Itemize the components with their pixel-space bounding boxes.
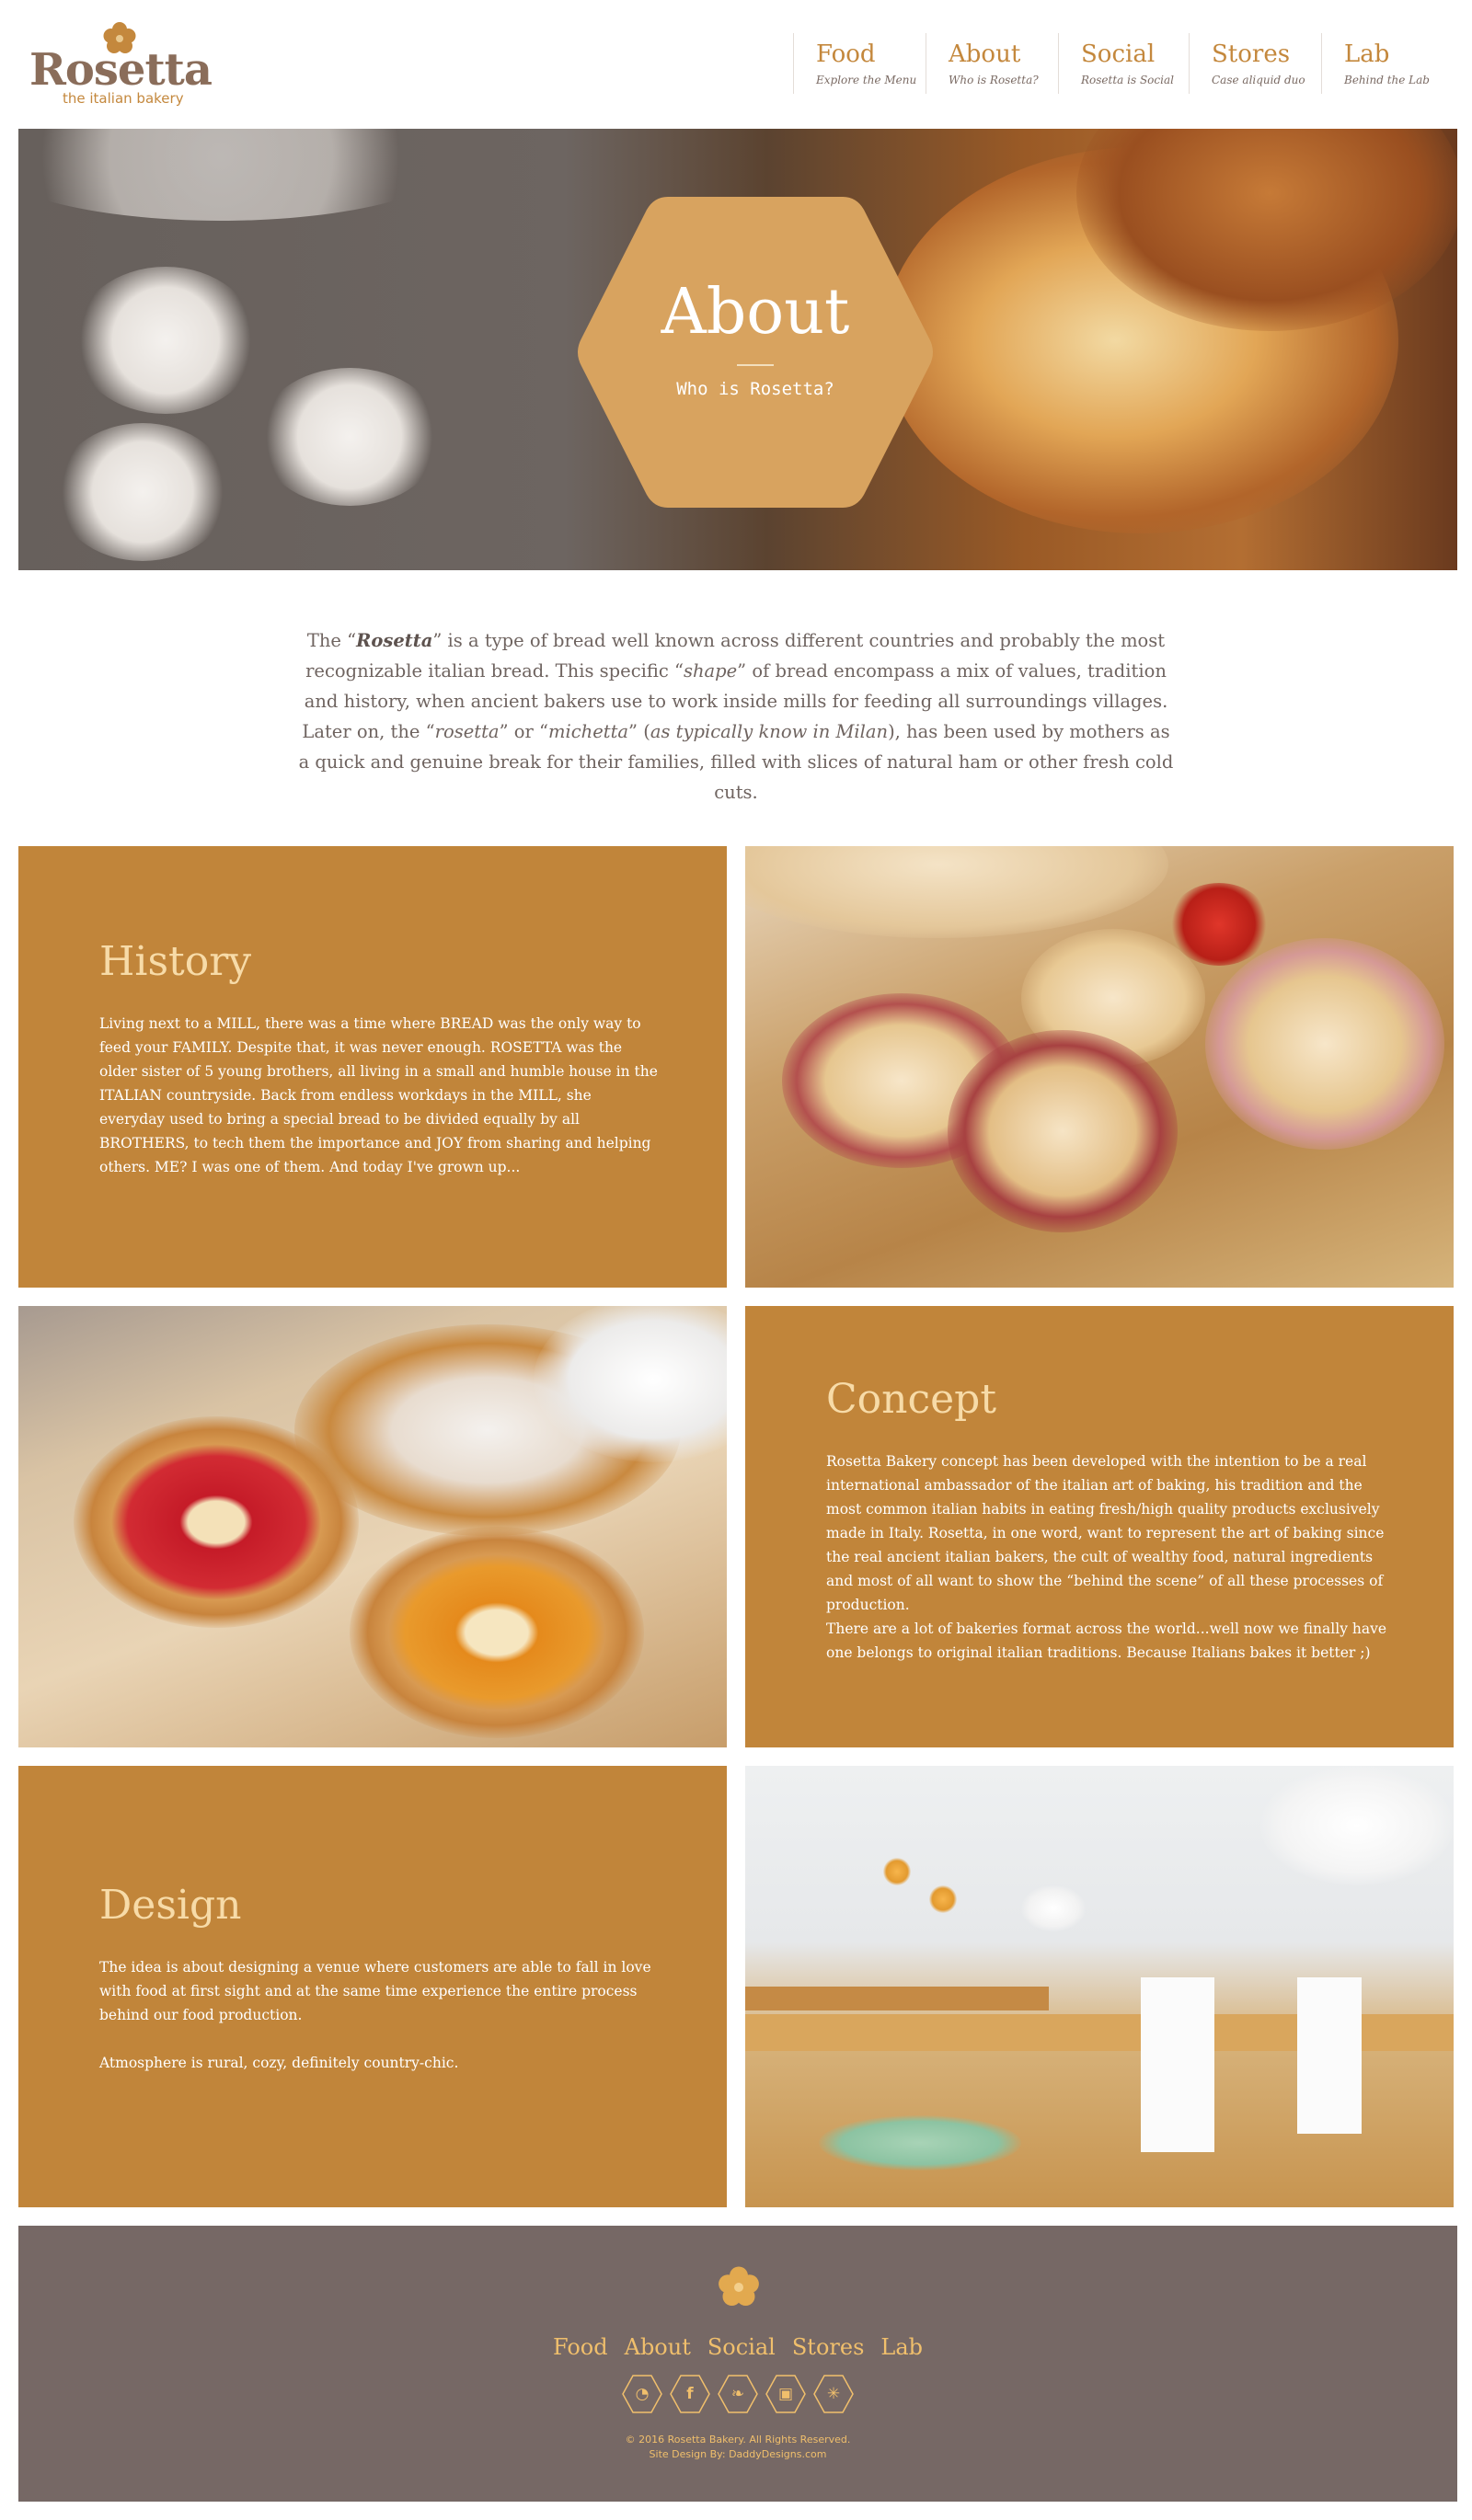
copyright-text: © 2016 Rosetta Bakery. All Rights Reserv… <box>625 2434 851 2446</box>
nav-sublabel: Who is Rosetta? <box>949 74 1039 86</box>
nav-label: About <box>949 40 1021 68</box>
nav-label: Stores <box>1212 40 1291 68</box>
instagram-icon[interactable]: ▣ <box>765 2373 807 2415</box>
nav-sublabel: Explore the Menu <box>816 74 917 86</box>
rss-icon[interactable]: ◔ <box>621 2373 663 2415</box>
main-nav: Food Explore the Menu About Who is Roset… <box>793 33 1454 94</box>
credit-link[interactable]: Site Design By: DaddyDesigns.com <box>18 2448 1457 2460</box>
section-body: Rosetta Bakery concept has been develope… <box>826 1453 1385 1613</box>
section-body: Atmosphere is rural, cozy, definitely co… <box>99 2055 459 2071</box>
intro-paragraph: The “Rosetta” is a type of bread well kn… <box>298 630 1174 803</box>
nav-item-about[interactable]: About Who is Rosetta? <box>926 33 1058 94</box>
intro-emphasis: Rosetta <box>356 630 433 651</box>
sugar-dust-image <box>18 129 460 221</box>
hero-subtitle: Who is Rosetta? <box>676 379 834 399</box>
nav-item-lab[interactable]: Lab Behind the Lab <box>1321 33 1454 94</box>
sugar-heart-image <box>258 368 442 506</box>
facebook-icon[interactable]: f <box>669 2373 711 2415</box>
sugar-heart-image <box>55 423 230 561</box>
footer-logo-flower-icon[interactable] <box>716 2264 762 2310</box>
nav-item-social[interactable]: Social Rosetta is Social <box>1058 33 1189 94</box>
nav-label: Lab <box>1344 40 1390 68</box>
footer-link-about[interactable]: About <box>625 2334 691 2360</box>
nav-sublabel: Behind the Lab <box>1344 74 1430 86</box>
footer-link-food[interactable]: Food <box>553 2334 608 2360</box>
logo-tagline: the italian bakery <box>63 90 184 107</box>
footer-link-social[interactable]: Social <box>707 2334 776 2360</box>
hero-hexagon <box>578 197 933 508</box>
logo[interactable]: Rosetta the italian bakery <box>29 20 213 112</box>
section-body: Living next to a MILL, there was a time … <box>99 1015 658 1175</box>
footer-link-lab[interactable]: Lab <box>880 2334 923 2360</box>
footer-nav: Food About Social Stores Lab <box>18 2334 1457 2360</box>
site-header: Rosetta the italian bakery Food Explore … <box>0 0 1472 129</box>
sugar-heart-image <box>74 267 258 414</box>
section-title: History <box>99 938 252 985</box>
yelp-icon[interactable]: ✳ <box>812 2373 855 2415</box>
nav-sublabel: Case aliquid duo <box>1212 74 1305 86</box>
hero-divider <box>737 364 774 366</box>
nav-item-food[interactable]: Food Explore the Menu <box>793 33 926 94</box>
section-body: There are a lot of bakeries format acros… <box>826 1621 1387 1661</box>
nav-sublabel: Rosetta is Social <box>1081 74 1174 86</box>
site-footer: Food About Social Stores Lab ◔ f ❧ ▣ ✳ ©… <box>18 2226 1457 2502</box>
history-panel: History Living next to a MILL, there was… <box>18 846 727 1288</box>
design-panel: Design The idea is about designing a ven… <box>18 1766 727 2207</box>
section-body: The idea is about designing a venue wher… <box>99 1959 651 2023</box>
section-title: Design <box>99 1882 242 1929</box>
footer-link-stores[interactable]: Stores <box>792 2334 865 2360</box>
tarts-croissant-image <box>18 1306 727 1747</box>
nav-label: Food <box>816 40 876 68</box>
bakery-interior-image <box>745 1766 1454 2207</box>
section-title: Concept <box>826 1376 997 1423</box>
hero-title: About <box>661 276 850 349</box>
hero-banner: About Who is Rosetta? <box>18 129 1457 570</box>
concept-panel: Concept Rosetta Bakery concept has been … <box>745 1306 1454 1747</box>
logo-name: Rosetta <box>29 44 213 96</box>
nav-item-stores[interactable]: Stores Case aliquid duo <box>1189 33 1321 94</box>
twitter-icon[interactable]: ❧ <box>717 2373 759 2415</box>
nav-label: Social <box>1081 40 1156 68</box>
sandwich-basket-image <box>745 846 1454 1288</box>
social-links: ◔ f ❧ ▣ ✳ <box>18 2373 1457 2415</box>
